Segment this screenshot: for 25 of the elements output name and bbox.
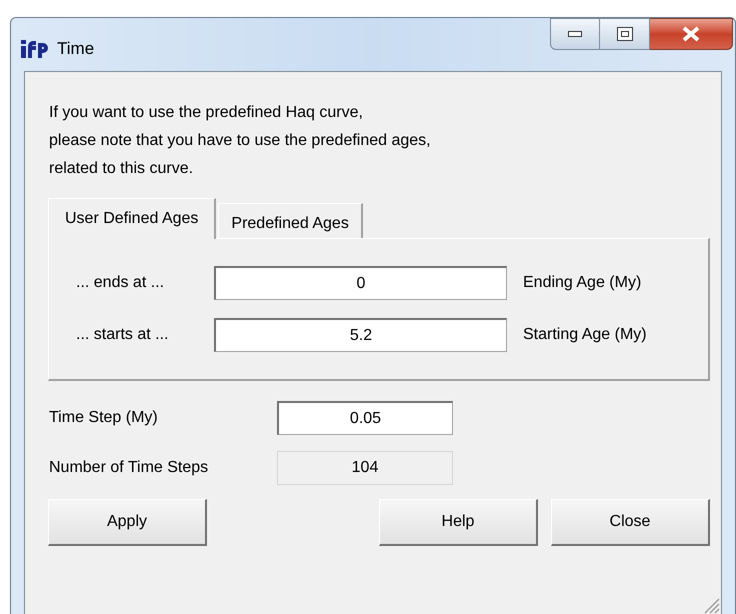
dialog-button[interactable]: Help (379, 499, 538, 546)
close-icon (682, 26, 700, 42)
dialog-button[interactable]: Apply (48, 499, 207, 546)
maximize-button[interactable] (600, 18, 650, 50)
maximize-icon (616, 27, 632, 41)
message-text: related to this curve. (49, 159, 194, 179)
field-label: ... ends at ... (75, 273, 166, 293)
close-button[interactable] (650, 18, 733, 50)
unit-label: Starting Age (My) (522, 325, 647, 345)
tab[interactable]: User Defined Ages (48, 198, 216, 239)
input-field[interactable]: 0 (214, 266, 507, 300)
window-title: Time (57, 38, 94, 60)
tab[interactable]: Predefined Ages (218, 203, 363, 238)
message-text: please note that you have to use the predefined ages, (49, 131, 432, 151)
app-logo-icon (21, 38, 49, 59)
message-text: If you want to use the predefined Haq curve, (49, 103, 364, 123)
field-label: ... starts at ... (75, 325, 170, 345)
field-label: Number of Time Steps (49, 458, 210, 478)
dialog-button[interactable]: Close (551, 499, 710, 546)
unit-label: Ending Age (My) (522, 273, 642, 293)
minimize-icon (568, 31, 582, 37)
input-field[interactable]: 5.2 (214, 318, 507, 352)
input-field[interactable]: 0.05 (277, 401, 453, 435)
field-label: Time Step (My) (49, 408, 159, 428)
minimize-button[interactable] (550, 18, 600, 50)
